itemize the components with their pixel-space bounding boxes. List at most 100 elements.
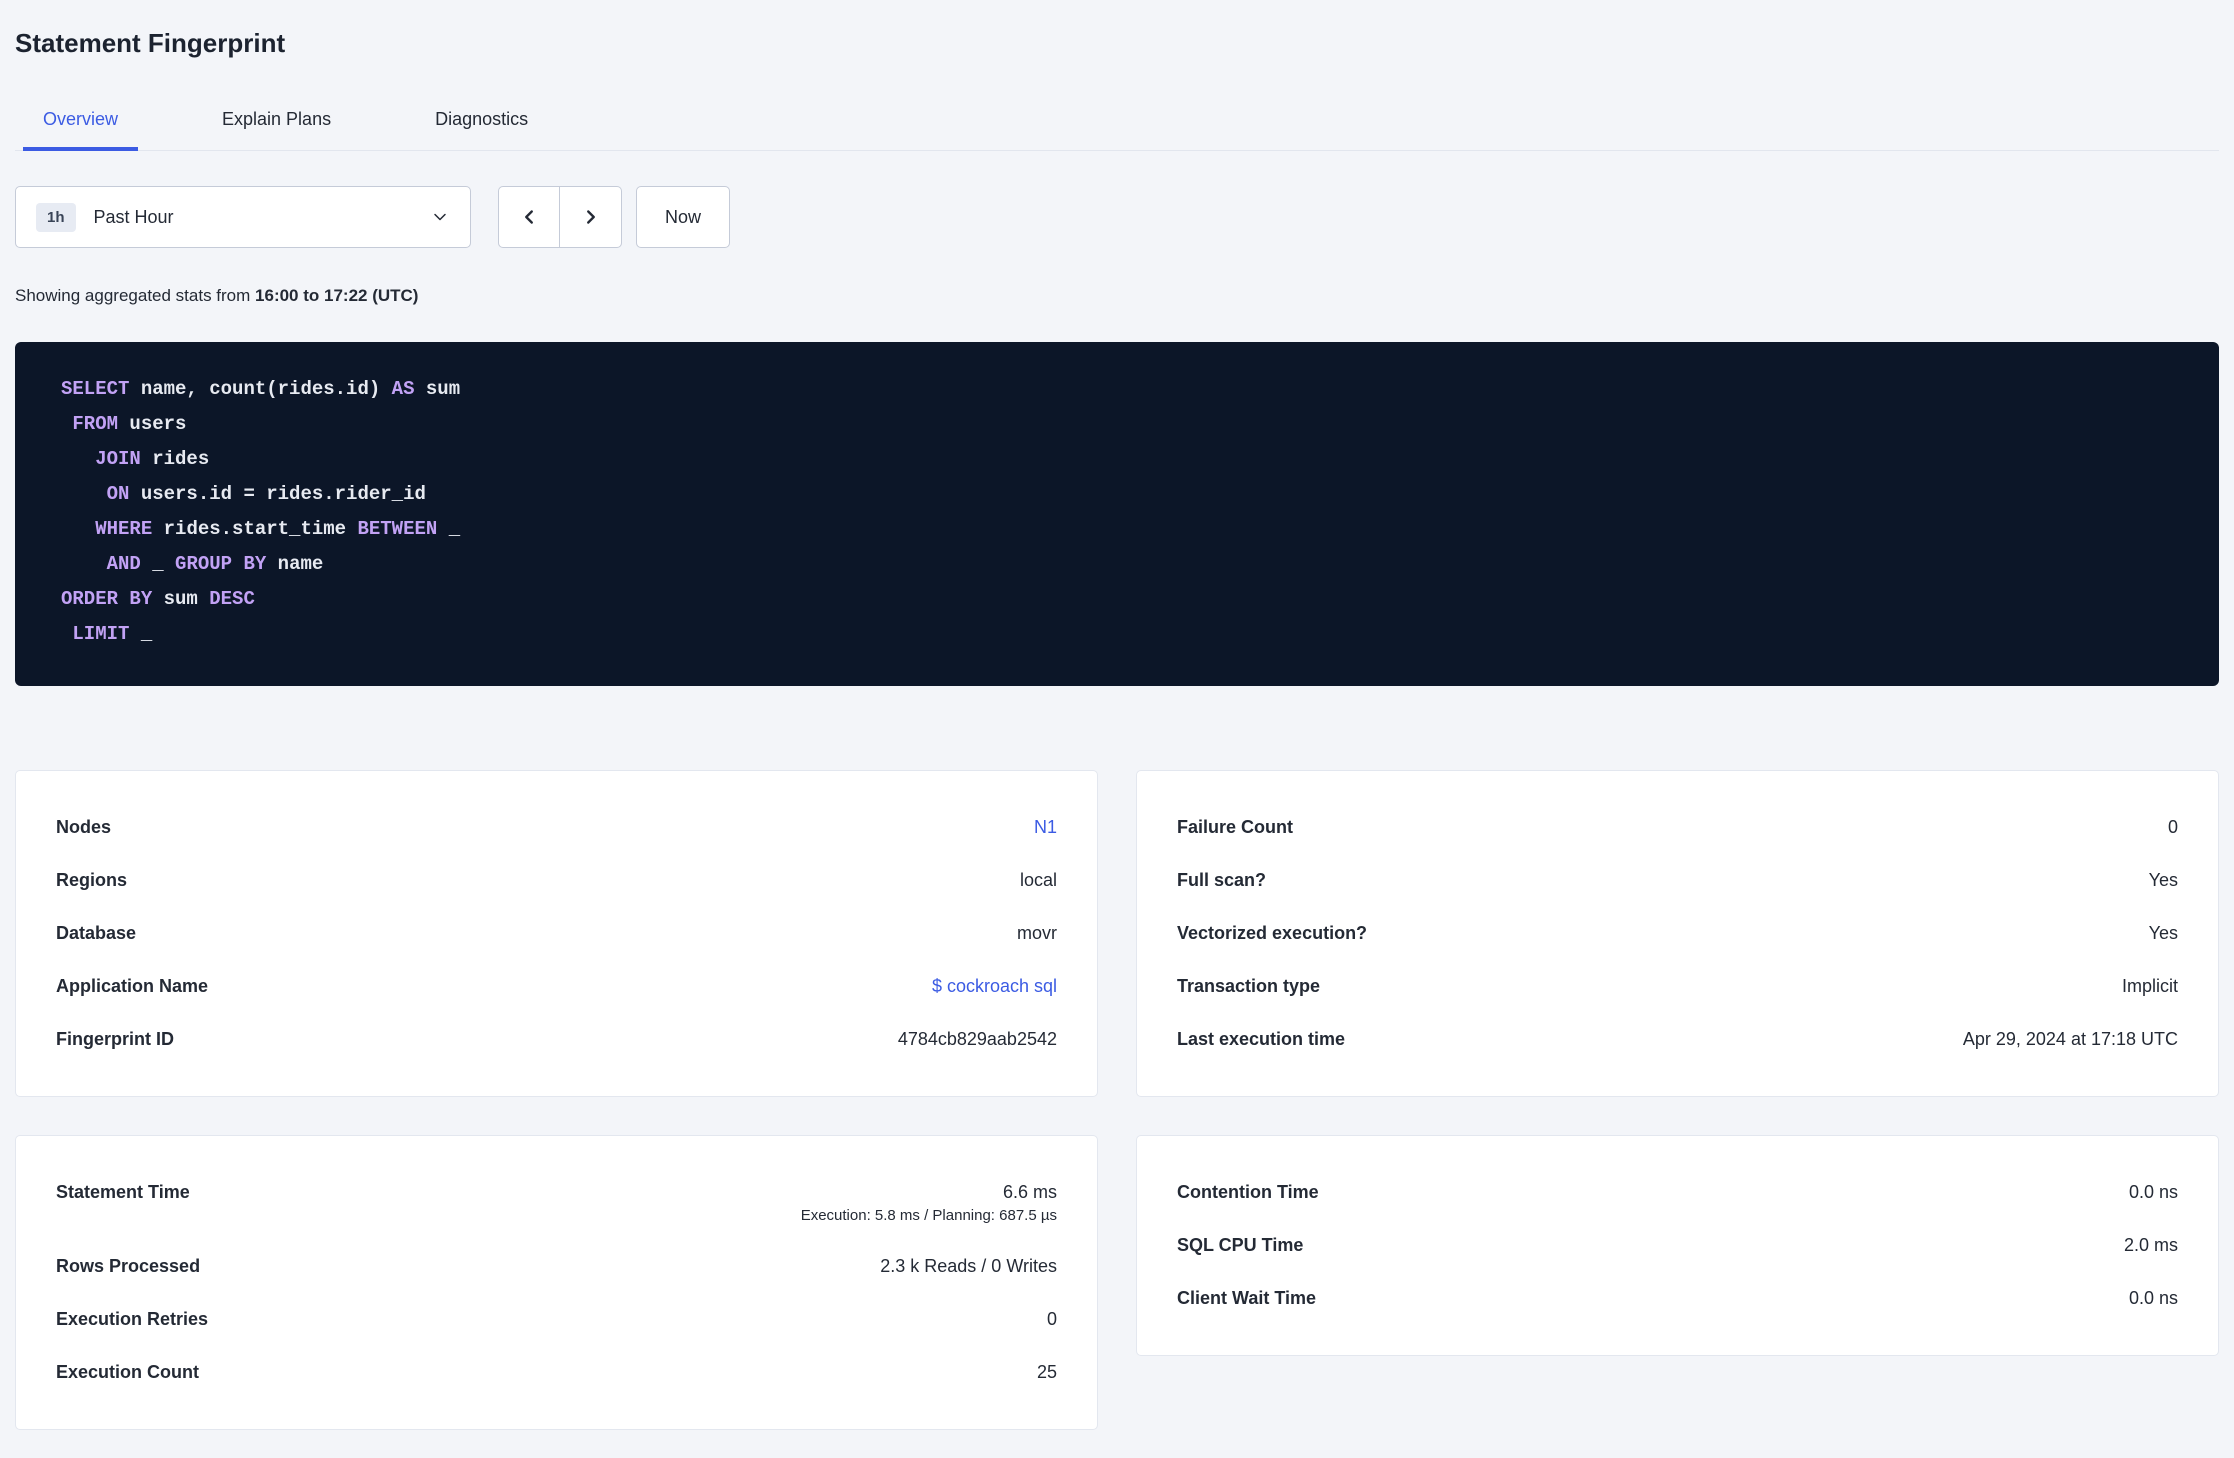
stat-value-wrap: N1 <box>1034 817 1057 838</box>
stat-value-wrap: movr <box>1017 923 1057 944</box>
stat-value: 0.0 ns <box>2128 1288 2178 1308</box>
sql-text: _ <box>140 553 176 575</box>
stat-row: Rows Processed 2.3 k Reads / 0 Writes <box>56 1240 1057 1293</box>
sql-text: rides.start_time <box>152 518 358 540</box>
stat-value: Yes <box>2148 870 2178 890</box>
time-controls: 1h Past Hour Now <box>15 186 2219 248</box>
sql-line: SELECT name, count(rides.id) AS sum <box>61 372 2189 407</box>
tab-diagnostics[interactable]: Diagnostics <box>435 109 528 150</box>
stat-label: SQL CPU Time <box>1177 1235 1304 1255</box>
stat-label: Fingerprint ID <box>56 1029 174 1049</box>
caption-prefix: Showing aggregated stats from <box>15 286 256 305</box>
sql-keyword: GROUP BY <box>175 553 267 575</box>
stat-value-wrap: $ cockroach sql <box>932 976 1057 997</box>
sql-keyword: BETWEEN <box>357 518 438 540</box>
sql-code: SELECT name, count(rides.id) AS sum FROM… <box>61 372 2189 652</box>
stat-row: Execution Retries 0 <box>56 1293 1057 1346</box>
sql-text: users <box>118 413 187 435</box>
sql-keyword: JOIN <box>95 448 141 470</box>
stat-value-wrap: local <box>1020 870 1057 891</box>
sql-text: users.id = rides.rider_id <box>129 483 426 505</box>
stat-value-link[interactable]: N1 <box>1034 817 1057 838</box>
stat-value-wrap: Implicit <box>2122 976 2178 997</box>
sql-line: FROM users <box>61 407 2189 442</box>
sql-keyword: ON <box>106 483 130 505</box>
stat-label: Transaction type <box>1177 976 1321 996</box>
stat-value: movr <box>1017 923 1057 943</box>
stat-value: 25 <box>1036 1362 1057 1382</box>
card-wait-timing: Contention Time 0.0 ns SQL CPU Time 2.0 ms C… <box>1136 1135 2219 1356</box>
stat-value-wrap: 0.0 ns <box>2129 1288 2178 1309</box>
stat-label: Statement Time <box>56 1182 190 1202</box>
stat-row: Failure Count 0 <box>1177 801 2178 854</box>
stat-label: Nodes <box>56 817 112 837</box>
stat-row: Application Name $ cockroach sql <box>56 960 1057 1013</box>
sql-text: _ <box>437 518 461 540</box>
now-button[interactable]: Now <box>636 186 731 248</box>
stat-value: local <box>1019 870 1057 890</box>
sql-keyword: LIMIT <box>72 623 130 645</box>
stat-label: Rows Processed <box>56 1256 201 1276</box>
stat-value-link[interactable]: $ cockroach sql <box>932 976 1057 997</box>
stat-value-wrap: 4784cb829aab2542 <box>898 1029 1057 1050</box>
sql-text: rides <box>140 448 210 470</box>
stat-subvalue: Execution: 5.8 ms / Planning: 687.5 µs <box>800 1207 1057 1224</box>
sql-keyword: AND <box>106 553 141 575</box>
stat-label: Full scan? <box>1177 870 1267 890</box>
sql-keyword: SELECT <box>61 378 130 400</box>
next-time-button[interactable] <box>560 186 622 248</box>
time-range-badge: 1h <box>36 202 76 232</box>
stat-row: Last execution time Apr 29, 2024 at 17:18… <box>1177 1013 2178 1066</box>
time-range-select[interactable]: 1h Past Hour <box>15 186 471 248</box>
stat-value: 4784cb829aab2542 <box>897 1029 1057 1049</box>
stat-row: Contention Time 0.0 ns <box>1177 1166 2178 1219</box>
sql-statement-box: SELECT name, count(rides.id) AS sum FROM… <box>15 342 2219 686</box>
stat-value-wrap: 0 <box>2168 817 2178 838</box>
stat-value: 0 <box>2167 817 2178 837</box>
caption-range: 16:00 to 17:22 (UTC) <box>255 286 419 305</box>
stat-label: Application Name <box>56 976 209 996</box>
sql-text: sum <box>152 588 210 610</box>
card-execution-attributes: Failure Count 0 Full scan? Yes Vectorized ex… <box>1136 770 2219 1097</box>
stat-value: 0 <box>1046 1309 1057 1329</box>
stat-row: Client Wait Time 0.0 ns <box>1177 1272 2178 1325</box>
stat-value: 0.0 ns <box>2128 1182 2178 1202</box>
page-container: Statement Fingerprint Overview Explain Pl… <box>0 0 2234 1430</box>
stat-value: Yes <box>2148 923 2178 943</box>
stat-label: Vectorized execution? <box>1177 923 1368 943</box>
sql-text: name, count(rides.id) <box>129 378 392 400</box>
chevron-down-icon <box>430 207 450 227</box>
stat-value-wrap: 6.6 ms Execution: 5.8 ms / Planning: 687.… <box>801 1182 1057 1224</box>
stat-value: 2.3 k Reads / 0 Writes <box>880 1256 1057 1276</box>
stat-label: Client Wait Time <box>1177 1288 1317 1308</box>
stat-row: Statement Time 6.6 ms Execution: 5.8 ms / … <box>56 1166 1057 1240</box>
stat-value-wrap: 0.0 ns <box>2129 1182 2178 1203</box>
stat-value: Apr 29, 2024 at 17:18 UTC <box>1962 1029 2178 1049</box>
chevron-left-icon <box>518 206 540 228</box>
sql-text: name <box>266 553 324 575</box>
sql-text: _ <box>129 623 153 645</box>
stat-row: Execution Count 25 <box>56 1346 1057 1399</box>
aggregated-stats-caption: Showing aggregated stats from 16:00 to 1… <box>15 286 2219 306</box>
stat-row: Database movr <box>56 907 1057 960</box>
stat-value-wrap: Yes <box>2149 870 2178 891</box>
stat-row: Fingerprint ID 4784cb829aab2542 <box>56 1013 1057 1066</box>
sql-line: AND _ GROUP BY name <box>61 547 2189 582</box>
tab-overview[interactable]: Overview <box>22 109 139 151</box>
stat-value: 6.6 ms <box>1002 1182 1057 1202</box>
stat-label: Execution Count <box>56 1362 199 1382</box>
stat-label: Regions <box>56 870 128 890</box>
stat-value-wrap: 25 <box>1037 1362 1057 1383</box>
prev-time-button[interactable] <box>498 186 560 248</box>
tab-explain-plans[interactable]: Explain Plans <box>222 109 331 150</box>
sql-keyword: ORDER BY <box>61 588 153 610</box>
stat-value-wrap: Apr 29, 2024 at 17:18 UTC <box>1963 1029 2178 1050</box>
details-cards-row: Nodes N1 Regions local Database movr Applicati… <box>15 770 2219 1097</box>
stat-value: 2.0 ms <box>2123 1235 2178 1255</box>
